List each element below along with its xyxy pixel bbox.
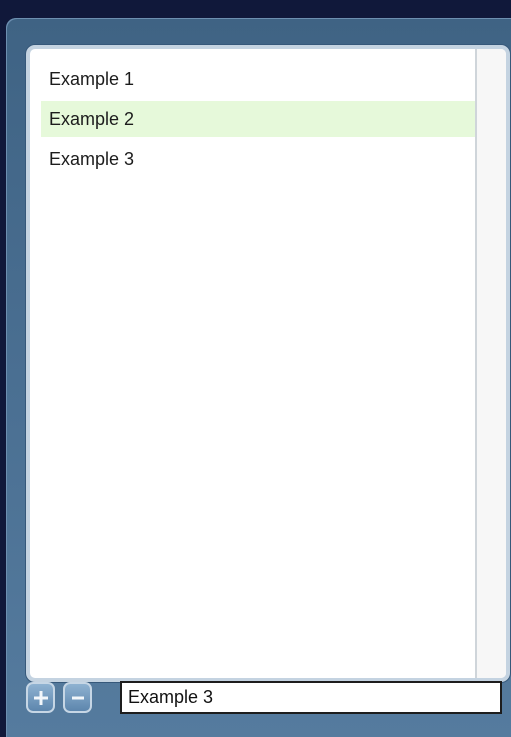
list-editor-panel: Example 1 Example 2 Example 3 [6,18,511,737]
add-item-button[interactable] [26,682,55,713]
plus-icon [33,690,48,705]
remove-item-button[interactable] [63,682,92,713]
item-text-input[interactable] [120,681,502,714]
list-item[interactable]: Example 1 [41,61,493,97]
list-item-selected[interactable]: Example 2 [41,101,493,137]
list-item[interactable]: Example 3 [41,141,493,177]
vertical-scrollbar[interactable] [475,49,506,678]
list-frame: Example 1 Example 2 Example 3 [26,45,510,682]
item-list[interactable]: Example 1 Example 2 Example 3 [30,49,506,678]
minus-icon [71,696,84,699]
